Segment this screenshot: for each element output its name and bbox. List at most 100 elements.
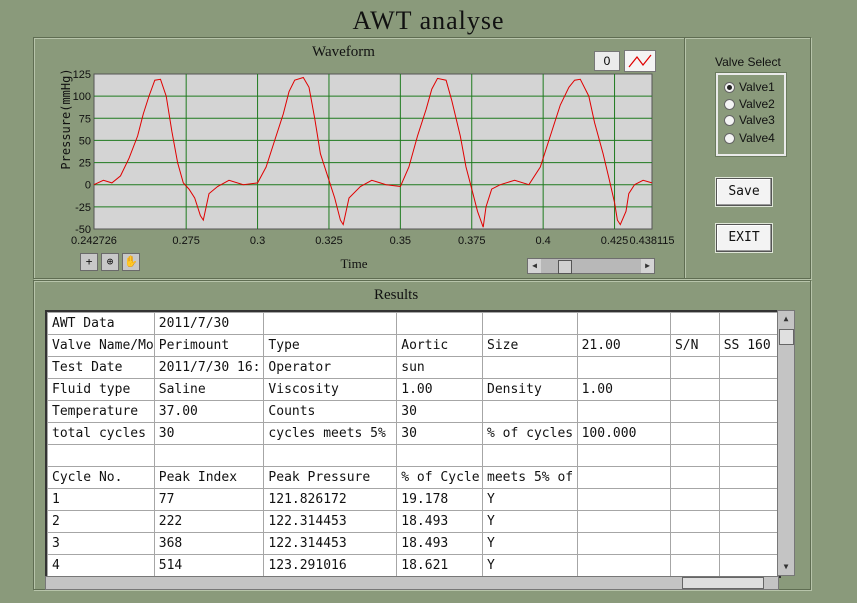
table-cell[interactable] [718,312,779,335]
table-cell[interactable]: Perimount [153,334,265,357]
table-cell[interactable] [482,312,578,335]
table-cell[interactable]: % of Cycle [396,466,483,489]
table-cell[interactable]: 21.00 [576,334,671,357]
scroll-thumb[interactable] [682,577,764,589]
table-cell[interactable] [576,400,671,423]
table-cell[interactable]: 37.00 [153,400,265,423]
table-cell[interactable]: 100.000 [576,422,671,445]
table-cell[interactable]: 18.493 [396,510,483,533]
table-cell[interactable] [718,554,779,576]
table-cell[interactable]: 18.621 [396,554,483,576]
table-cell[interactable]: 222 [153,510,265,533]
table-cell[interactable]: 1.00 [396,378,483,401]
table-cell[interactable]: Y [482,488,578,511]
radio-icon[interactable] [724,133,735,144]
table-cell[interactable]: Valve Name/Mo [47,334,155,357]
scroll-down-icon[interactable]: ▼ [778,560,794,574]
table-cell[interactable]: 2011/7/30 [153,312,265,335]
table-cell[interactable]: Type [263,334,398,357]
table-cell[interactable]: 122.314453 [263,510,398,533]
table-cell[interactable]: Test Date [47,356,155,379]
table-cell[interactable] [718,466,779,489]
results-vertical-scrollbar[interactable]: ▲ ▼ [777,310,795,576]
table-cell[interactable] [576,444,671,467]
scroll-left-icon[interactable]: ◀ [528,259,541,273]
table-cell[interactable]: 30 [396,400,483,423]
table-cell[interactable]: 3 [47,532,155,555]
table-cell[interactable]: Y [482,532,578,555]
table-cell[interactable] [669,378,720,401]
table-cell[interactable] [576,488,671,511]
table-cell[interactable]: Counts [263,400,398,423]
table-cell[interactable] [718,422,779,445]
table-cell[interactable] [482,356,578,379]
table-cell[interactable]: Temperature [47,400,155,423]
results-horizontal-scrollbar[interactable] [45,576,779,590]
table-cell[interactable] [576,510,671,533]
table-cell[interactable] [482,400,578,423]
table-cell[interactable]: sun [396,356,483,379]
scroll-thumb[interactable] [779,329,794,345]
table-cell[interactable]: 30 [153,422,265,445]
table-cell[interactable]: Density [482,378,578,401]
table-cell[interactable] [669,488,720,511]
table-cell[interactable]: Peak Index [153,466,265,489]
table-cell[interactable]: 121.826172 [263,488,398,511]
table-cell[interactable]: 123.291016 [263,554,398,576]
table-cell[interactable] [576,356,671,379]
table-cell[interactable]: total cycles [47,422,155,445]
scroll-up-icon[interactable]: ▲ [778,312,794,326]
table-cell[interactable]: Y [482,554,578,576]
table-cell[interactable]: 1 [47,488,155,511]
table-cell[interactable]: 30 [396,422,483,445]
table-cell[interactable] [47,444,155,467]
table-cell[interactable]: cycles meets 5% [263,422,398,445]
table-cell[interactable] [263,312,398,335]
table-cell[interactable] [718,356,779,379]
table-cell[interactable]: Size [482,334,578,357]
table-cell[interactable] [718,532,779,555]
table-cell[interactable]: 19.178 [396,488,483,511]
table-cell[interactable]: meets 5% of [482,466,578,489]
table-cell[interactable]: AWT Data [47,312,155,335]
results-table[interactable]: AWT Data 2011/7/30 Valve Name/Mo Perimount T… [45,310,781,578]
table-cell[interactable] [669,510,720,533]
table-cell[interactable]: 514 [153,554,265,576]
table-cell[interactable] [576,466,671,489]
table-cell[interactable] [718,400,779,423]
table-cell[interactable]: Saline [153,378,265,401]
table-cell[interactable] [669,312,720,335]
table-cell[interactable] [153,444,265,467]
exit-button[interactable]: EXIT [716,224,772,252]
table-cell[interactable] [669,422,720,445]
legend-count[interactable]: 0 [594,51,620,71]
table-cell[interactable] [263,444,398,467]
table-cell[interactable] [718,510,779,533]
legend-plot-icon[interactable] [624,50,656,72]
table-cell[interactable]: 18.493 [396,532,483,555]
table-cell[interactable]: 77 [153,488,265,511]
table-cell[interactable] [669,532,720,555]
table-cell[interactable]: Peak Pressure [263,466,398,489]
table-cell[interactable] [576,554,671,576]
table-cell[interactable]: SS 160 [718,334,779,357]
table-cell[interactable]: 2011/7/30 16: [153,356,265,379]
table-cell[interactable] [396,312,483,335]
table-cell[interactable] [669,466,720,489]
save-button[interactable]: Save [716,178,772,206]
table-cell[interactable]: Aortic [396,334,483,357]
table-cell[interactable]: S/N [669,334,720,357]
table-cell[interactable]: Viscosity [263,378,398,401]
table-cell[interactable] [669,356,720,379]
table-cell[interactable] [718,488,779,511]
scroll-right-icon[interactable]: ▶ [641,259,654,273]
pan-hand-icon[interactable]: ✋ [122,253,140,271]
table-cell[interactable] [576,312,671,335]
table-cell[interactable]: 1.00 [576,378,671,401]
table-cell[interactable]: 368 [153,532,265,555]
table-cell[interactable] [718,444,779,467]
table-cell[interactable]: 4 [47,554,155,576]
table-cell[interactable]: Y [482,510,578,533]
crosshair-icon[interactable]: + [80,253,98,271]
table-cell[interactable]: Cycle No. [47,466,155,489]
